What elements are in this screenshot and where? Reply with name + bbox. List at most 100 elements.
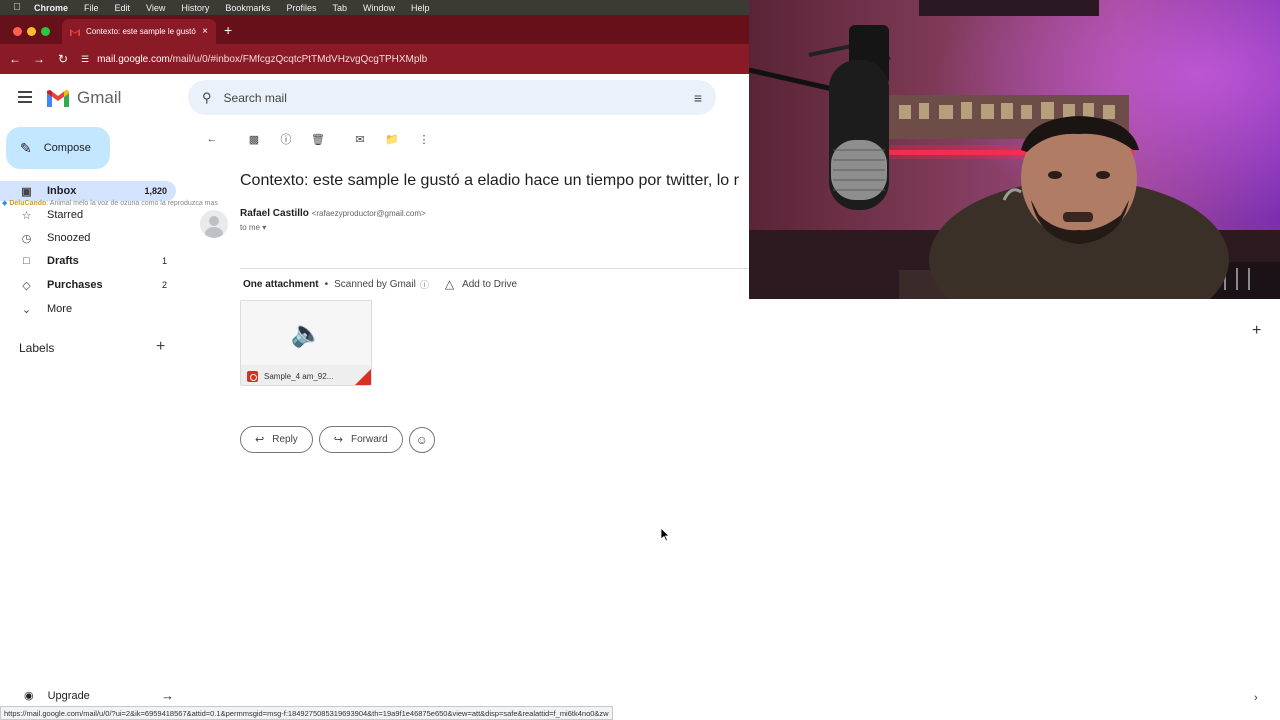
message-toolbar: ← ▩ ⓘ 🗑 ✉ 📁 ⋮: [202, 132, 446, 146]
reload-icon[interactable]: ↻: [51, 52, 75, 66]
apple-icon[interactable]: : [0, 2, 34, 13]
add-to-drive-button[interactable]: △ Add to Drive: [445, 277, 517, 291]
mark-unread-icon[interactable]: ✉: [350, 132, 370, 146]
caret-down-icon: ▾: [262, 223, 267, 232]
menu-help[interactable]: Help: [411, 3, 430, 13]
reply-icon: ↩: [255, 434, 265, 446]
menu-chrome[interactable]: Chrome: [34, 3, 68, 13]
emoji-reaction-button[interactable]: ☺: [408, 426, 435, 453]
sidebar-item-snoozed[interactable]: ◷ Snoozed: [0, 228, 176, 248]
reply-label: Reply: [272, 434, 298, 445]
gmail-sidebar: Gmail ✎ Compose ▣ Inbox 1,820 ☆ Starred …: [0, 74, 188, 720]
reply-actions: ↩ Reply ↪ Forward ☺: [240, 426, 435, 453]
search-input[interactable]: Search mail: [224, 91, 694, 105]
gmail-wordmark: Gmail: [77, 88, 122, 107]
attachment-card[interactable]: 🔈 Sample_4 am_92...: [240, 300, 372, 386]
archive-icon[interactable]: ▩: [244, 132, 264, 146]
emote-icon: ◆: [2, 200, 8, 207]
tag-icon: ◇: [22, 279, 31, 292]
arrow-right-icon: →: [161, 688, 174, 703]
menu-file[interactable]: File: [84, 3, 99, 13]
sidebar-item-purchases[interactable]: ◇ Purchases 2: [0, 275, 176, 295]
file-fold-corner: [355, 369, 371, 385]
url-path: /mail/u/0/#inbox/FMfcgzQcqtcPtTMdVHzvgQc…: [169, 53, 428, 65]
sidebar-item-label: Snoozed: [47, 232, 91, 244]
back-to-inbox-icon[interactable]: ←: [202, 132, 222, 146]
link-status-bar: https://mail.google.com/mail/u/0/?ui=2&i…: [0, 706, 613, 720]
search-options-icon[interactable]: ≡: [694, 90, 702, 106]
reply-button[interactable]: ↩ Reply: [240, 426, 313, 453]
search-bar[interactable]: ⚲ Search mail ≡: [188, 80, 716, 115]
sender-line: Rafael Castillo <rafaezyproductor@gmail.…: [240, 208, 426, 219]
webcam-overlay: [749, 0, 1280, 299]
info-icon[interactable]: ⓘ: [420, 278, 429, 291]
forward-icon: ↪: [333, 434, 344, 446]
menu-profiles[interactable]: Profiles: [286, 3, 316, 13]
attachment-name: Sample_4 am_92...: [264, 371, 334, 381]
sidebar-item-label: Inbox: [47, 185, 77, 197]
gmail-logo[interactable]: Gmail: [47, 88, 121, 108]
sidebar-item-starred[interactable]: ☆ Starred: [0, 205, 176, 225]
menu-history[interactable]: History: [181, 3, 209, 13]
gmail-m-icon: [47, 89, 69, 107]
audio-speaker-icon: 🔈: [241, 301, 371, 365]
minimize-window-button[interactable]: [27, 27, 36, 36]
purchases-count: 2: [161, 280, 167, 290]
report-spam-icon[interactable]: ⓘ: [276, 132, 296, 146]
show-side-panel-icon[interactable]: ›: [1254, 692, 1258, 704]
sidebar-item-inbox[interactable]: ▣ Inbox 1,820: [0, 181, 176, 201]
inbox-count: 1,820: [144, 186, 167, 196]
sidebar-item-label: Starred: [47, 209, 84, 221]
clock-icon: ◷: [21, 232, 32, 245]
site-info-icon[interactable]: ☰: [81, 54, 89, 65]
url-host: mail.google.com: [97, 53, 170, 65]
move-to-icon[interactable]: 📁: [382, 132, 402, 146]
close-window-button[interactable]: [13, 27, 22, 36]
menu-tab[interactable]: Tab: [332, 3, 347, 13]
sidebar-item-label: More: [47, 303, 73, 315]
more-options-icon[interactable]: ⋮: [414, 132, 434, 146]
labels-heading: Labels: [19, 341, 55, 355]
get-addons-icon[interactable]: +: [1252, 322, 1261, 340]
drive-add-icon: △: [444, 277, 455, 291]
add-label-icon[interactable]: +: [156, 338, 165, 356]
forward-label: Forward: [351, 434, 388, 445]
sender-name[interactable]: Rafael Castillo: [240, 208, 309, 219]
attachment-header: One attachment • Scanned by Gmail ⓘ △ Ad…: [243, 277, 517, 291]
upgrade-button[interactable]: ◉ Upgrade →: [24, 688, 174, 703]
drafts-count: 1: [161, 256, 167, 266]
forward-button[interactable]: ↪ Forward: [318, 426, 403, 453]
sender-avatar[interactable]: [200, 210, 228, 238]
mouse-cursor-icon: [660, 527, 671, 542]
search-icon[interactable]: ⚲: [202, 90, 212, 106]
close-tab-icon[interactable]: ×: [202, 26, 208, 37]
new-tab-icon[interactable]: +: [224, 22, 232, 38]
chevron-down-icon: ⌄: [21, 303, 32, 316]
add-to-drive-label: Add to Drive: [462, 278, 518, 290]
sidebar-item-more[interactable]: ⌄ More: [0, 299, 176, 319]
recipient-details[interactable]: to me ▾: [240, 223, 266, 232]
email-subject: Contexto: este sample le gustó a eladio …: [240, 172, 739, 189]
pencil-icon: ✎: [20, 139, 32, 156]
compose-button[interactable]: ✎ Compose: [6, 127, 110, 169]
scanned-label: Scanned by Gmail: [334, 278, 416, 290]
forward-icon[interactable]: →: [27, 52, 51, 66]
badge-icon: ◉: [24, 690, 34, 702]
attachment-footer: Sample_4 am_92...: [241, 365, 371, 385]
sender-email: <rafaezyproductor@gmail.com>: [311, 209, 426, 218]
chat-message: : Animal melo la voz de ozuna como la re…: [46, 200, 218, 207]
menu-edit[interactable]: Edit: [115, 3, 131, 13]
menu-window[interactable]: Window: [363, 3, 395, 13]
maximize-window-button[interactable]: [41, 27, 50, 36]
menu-view[interactable]: View: [146, 3, 165, 13]
browser-tab-active[interactable]: Contexto: este sample le gustó ×: [62, 19, 216, 44]
main-menu-icon[interactable]: [18, 91, 32, 106]
inbox-icon: ▣: [21, 185, 32, 198]
menu-bookmarks[interactable]: Bookmarks: [225, 3, 270, 13]
sidebar-item-drafts[interactable]: □ Drafts 1: [0, 251, 176, 271]
gmail-favicon-icon: [70, 28, 80, 36]
back-icon[interactable]: ←: [3, 52, 27, 66]
separator-dot: •: [324, 278, 329, 290]
delete-icon[interactable]: 🗑: [308, 132, 328, 146]
address-bar[interactable]: mail.google.com/mail/u/0/#inbox/FMfcgzQc…: [97, 54, 427, 65]
